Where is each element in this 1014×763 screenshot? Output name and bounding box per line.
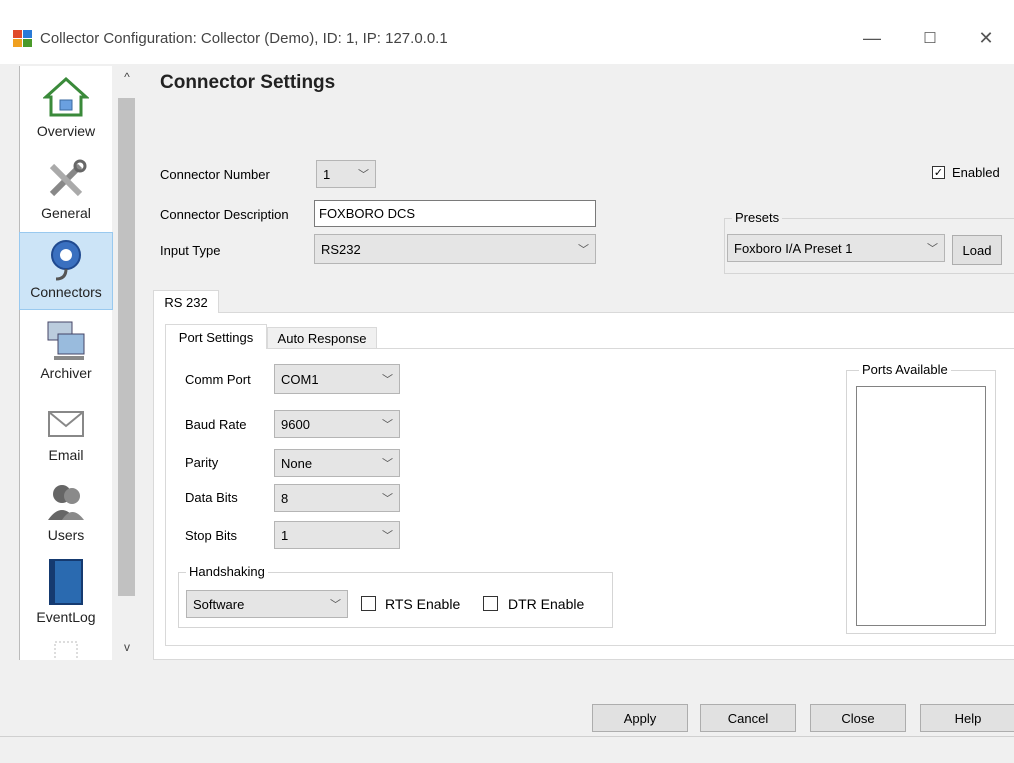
tab-port-settings[interactable]: Port Settings [165,324,267,349]
sidebar-item-users[interactable]: Users [20,478,112,556]
presets-legend: Presets [732,210,783,225]
app-icon [13,30,33,48]
tools-icon [49,159,87,197]
load-button[interactable]: Load [952,235,1002,265]
cancel-button[interactable]: Cancel [700,704,796,732]
presets-value: Foxboro I/A Preset 1 [734,240,853,256]
scroll-up-icon[interactable]: ^ [117,70,137,84]
stop-bits-select[interactable]: 1 ﹀ [274,521,400,549]
chevron-down-icon: ﹀ [382,493,393,505]
users-icon [48,485,84,520]
sidebar-item-partial[interactable] [20,638,112,660]
input-type-value: RS232 [321,241,361,257]
maximize-button[interactable]: ☐ [910,24,950,52]
sidebar-item-archiver[interactable]: Archiver [20,316,112,392]
rts-enable-checkbox[interactable] [361,596,376,611]
scroll-down-icon[interactable]: v [117,640,137,654]
connector-number-value: 1 [323,166,331,182]
baud-rate-select[interactable]: 9600 ﹀ [274,410,400,438]
stop-bits-label: Stop Bits [185,528,238,543]
document-icon [54,641,78,660]
input-type-select[interactable]: RS232 ﹀ [314,234,596,264]
chevron-down-icon: ﹀ [927,243,938,255]
comm-port-label: Comm Port [185,372,251,387]
parity-select[interactable]: None ﹀ [274,449,400,477]
sidebar-item-label: EventLog [36,609,96,625]
baud-rate-value: 9600 [281,416,310,432]
tab-auto-response[interactable]: Auto Response [267,327,377,349]
sidebar-item-connectors[interactable]: Connectors [19,232,113,310]
input-type-label: Input Type [160,243,221,258]
chevron-down-icon: ﹀ [382,419,393,431]
ports-available-legend: Ports Available [859,362,951,377]
close-window-button[interactable]: ✕ [966,24,1006,52]
handshaking-value: Software [193,596,245,612]
data-bits-label: Data Bits [185,490,238,505]
envelope-icon [48,411,84,437]
connector-number-label: Connector Number [160,167,270,182]
book-icon [49,559,83,605]
data-bits-select[interactable]: 8 ﹀ [274,484,400,512]
chevron-down-icon: ﹀ [358,169,369,181]
status-bar [0,736,1014,763]
handshaking-select[interactable]: Software ﹀ [186,590,348,618]
stop-bits-value: 1 [281,527,289,543]
close-button[interactable]: Close [810,704,906,732]
baud-rate-label: Baud Rate [185,417,247,432]
minimize-button[interactable]: — [852,24,892,52]
data-bits-value: 8 [281,490,289,506]
dtr-enable-label: DTR Enable [508,596,585,612]
home-icon [42,76,90,117]
tab-rs232[interactable]: RS 232 [153,290,219,313]
sidebar-item-eventlog[interactable]: EventLog [20,556,112,638]
connector-description-field[interactable]: FOXBORO DCS [314,200,596,227]
apply-button[interactable]: Apply [592,704,688,732]
sidebar-item-label: Archiver [40,365,92,381]
connector-icon [51,240,81,281]
parity-label: Parity [185,455,219,470]
sidebar-item-label: General [41,205,91,221]
computers-icon [47,321,85,360]
sidebar-item-label: Connectors [30,284,102,300]
chevron-down-icon: ﹀ [382,530,393,542]
parity-value: None [281,455,313,471]
rts-enable-label: RTS Enable [385,596,461,612]
sidebar-item-label: Overview [36,123,96,139]
connector-number-select[interactable]: 1 ﹀ [316,160,376,188]
sidebar-item-label: Email [48,447,84,463]
chevron-down-icon: ﹀ [382,374,393,386]
comm-port-select[interactable]: COM1 ﹀ [274,364,400,394]
chevron-down-icon: ﹀ [578,244,589,256]
handshaking-legend: Handshaking [186,564,268,579]
sidebar-item-general[interactable]: General [20,154,112,230]
chevron-down-icon: ﹀ [330,599,341,611]
dtr-enable-checkbox[interactable] [483,596,498,611]
sidebar-item-overview[interactable]: Overview [20,70,112,148]
window-title: Collector Configuration: Collector (Demo… [40,30,448,47]
scrollbar-thumb[interactable] [118,98,135,596]
comm-port-value: COM1 [281,371,319,387]
sidebar-item-email[interactable]: Email [20,400,112,476]
chevron-down-icon: ﹀ [382,458,393,470]
help-button[interactable]: Help [920,704,1014,732]
enabled-checkbox[interactable]: ✓ [932,166,945,179]
enabled-label: Enabled [952,165,1000,180]
ports-available-list[interactable] [856,386,986,626]
page-title: Connector Settings [160,72,336,93]
presets-select[interactable]: Foxboro I/A Preset 1 ﹀ [727,234,945,262]
sidebar-item-label: Users [47,527,85,543]
connector-description-label: Connector Description [160,207,289,222]
sidebar-nav: Overview General Connectors Archiver Ema… [19,66,113,660]
